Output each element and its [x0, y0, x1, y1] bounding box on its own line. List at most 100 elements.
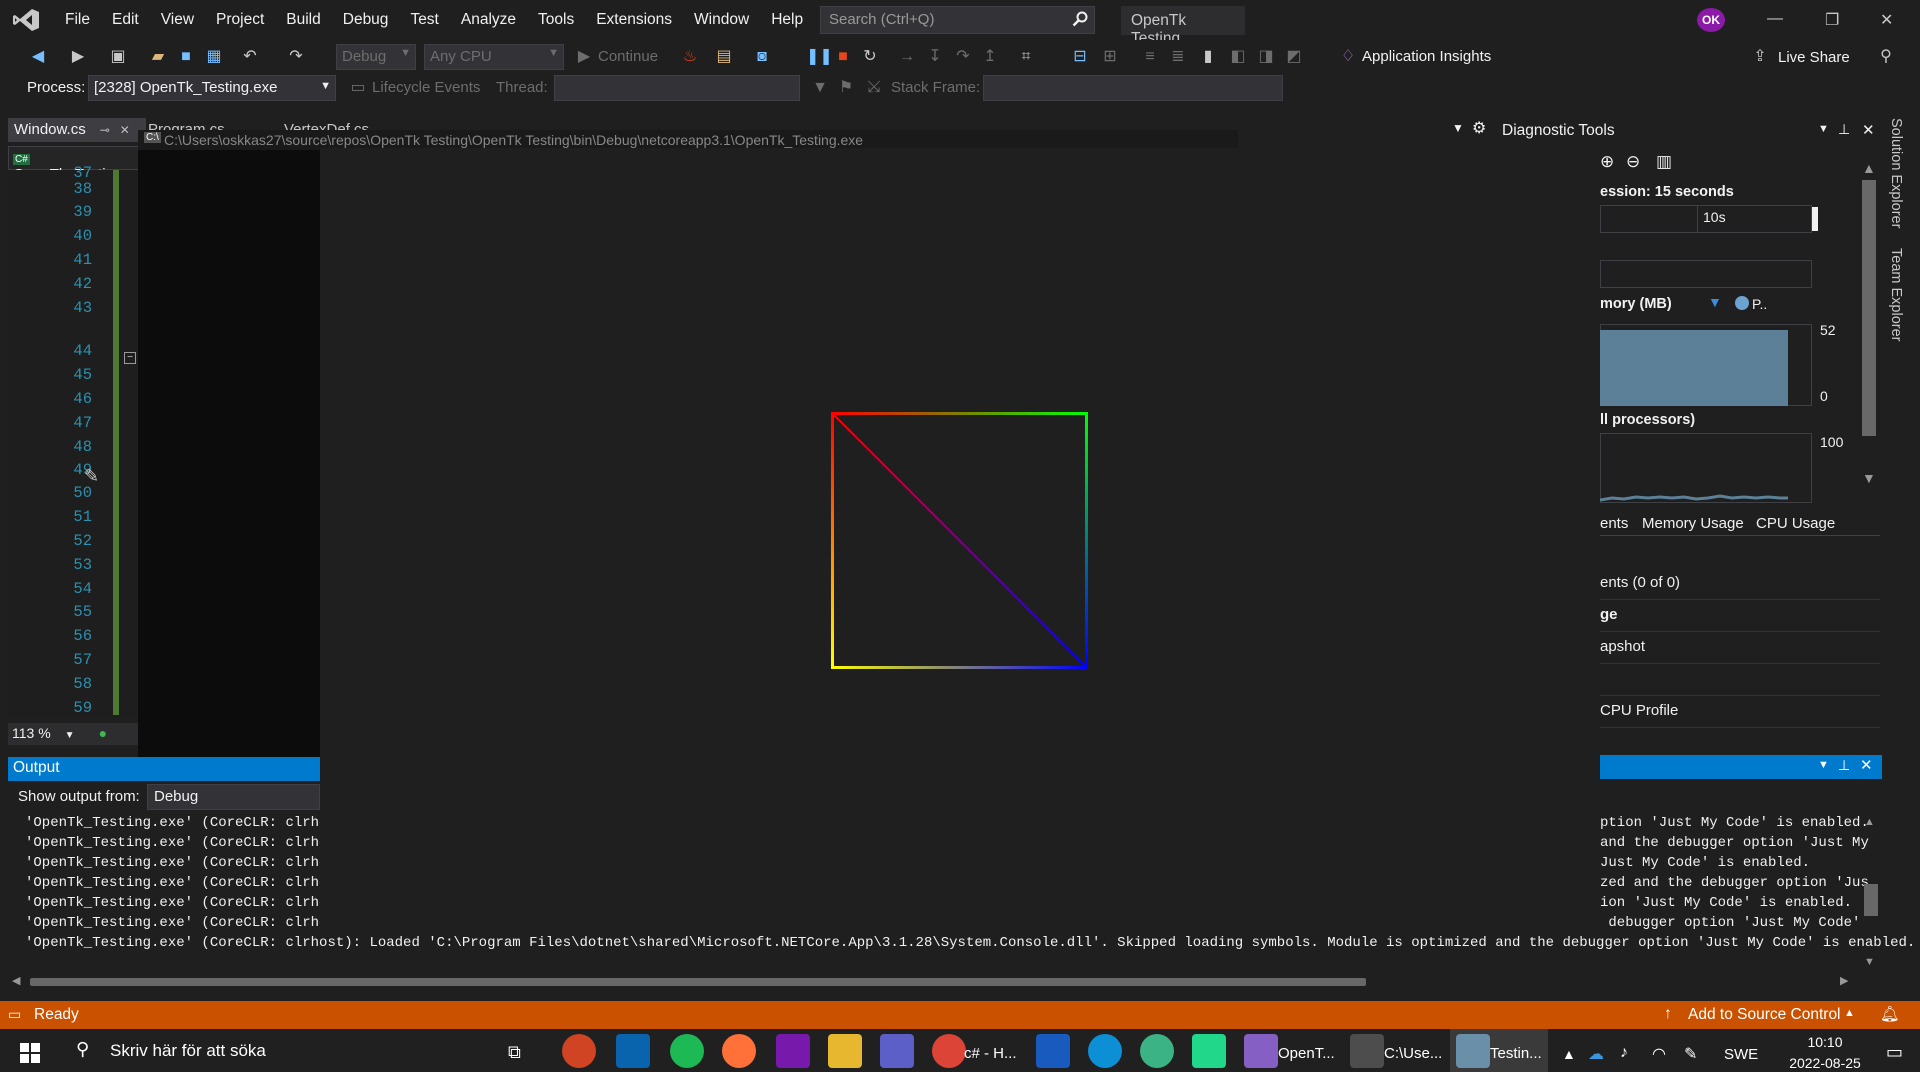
chrome-window-label[interactable]: c# - H...	[964, 1045, 1017, 1062]
breakpoint-icon[interactable]: ⌗	[1016, 47, 1036, 67]
close-panel-icon[interactable]: ✕	[1862, 121, 1875, 139]
live-share-button[interactable]: Live Share	[1778, 49, 1850, 66]
settings-icon[interactable]: ⚙	[1472, 118, 1486, 138]
save-icon[interactable]: ■	[176, 47, 196, 67]
close-panel-icon[interactable]: ✕	[1860, 756, 1873, 774]
feedback-icon[interactable]: ⚲	[1876, 47, 1896, 67]
tab-list-dropdown-icon[interactable]: ▼	[1452, 121, 1464, 135]
zoom-level-dropdown[interactable]: 113 % ▼ ●	[8, 723, 138, 745]
tab-memory-usage[interactable]: Memory Usage	[1642, 515, 1744, 532]
windows-start-icon[interactable]	[20, 1043, 40, 1063]
close-icon[interactable]: ✕	[1880, 10, 1893, 30]
tab-window-cs[interactable]: Window.cs ⊸ ✕	[8, 118, 146, 142]
add-to-source-control-button[interactable]: Add to Source Control	[1688, 1006, 1841, 1024]
memory-usage-row[interactable]: ge	[1600, 600, 1880, 632]
menu-view[interactable]: View	[150, 11, 205, 29]
take-snapshot-row[interactable]: apshot	[1600, 632, 1880, 664]
console-window-label[interactable]: C:\Use...	[1384, 1045, 1442, 1062]
search-icon[interactable]	[1072, 11, 1088, 27]
undo-icon[interactable]: ↶	[240, 47, 260, 67]
thread-dropdown[interactable]	[554, 75, 800, 101]
collapse-region-icon[interactable]: −	[124, 352, 136, 364]
taskbar-search-box[interactable]: ⚲ Skriv här för att söka	[62, 1029, 482, 1072]
firefox-icon[interactable]	[722, 1034, 756, 1068]
pin-icon[interactable]: ⊥	[1838, 121, 1850, 138]
menu-file[interactable]: File	[54, 11, 101, 29]
events-track[interactable]	[1600, 260, 1812, 288]
menu-debug[interactable]: Debug	[332, 11, 400, 29]
output-source-dropdown[interactable]: Debug	[147, 784, 320, 810]
zoom-in-icon[interactable]: ⊕	[1600, 152, 1614, 172]
restore-icon[interactable]: ❐	[1825, 10, 1839, 30]
solution-explorer-tab[interactable]: Solution Explorer	[1888, 118, 1904, 228]
restart-icon[interactable]: ↻	[860, 47, 880, 67]
pen-icon[interactable]: ✎	[1684, 1044, 1697, 1064]
visual-studio-window-label[interactable]: OpenT...	[1278, 1045, 1335, 1062]
pin-icon[interactable]: ⊸	[100, 123, 110, 137]
file-explorer-icon[interactable]	[828, 1034, 862, 1068]
word-icon[interactable]	[1036, 1034, 1070, 1068]
show-hidden-icons-icon[interactable]: ▲	[1562, 1046, 1576, 1062]
window-position-icon[interactable]: ▼	[1818, 123, 1829, 135]
toggle-external-code-icon[interactable]: ⤩	[864, 78, 884, 98]
pin-icon[interactable]: ⊥	[1838, 757, 1850, 774]
save-all-icon[interactable]: ▦	[204, 47, 224, 67]
chevron-up-icon[interactable]: ▲	[1844, 1007, 1855, 1019]
opentk-render-window[interactable]	[320, 148, 1600, 928]
menu-help[interactable]: Help	[760, 11, 814, 29]
powerpoint-icon[interactable]	[562, 1034, 596, 1068]
minimize-icon[interactable]: —	[1767, 10, 1783, 28]
live-share-icon[interactable]: ⇪	[1750, 47, 1770, 67]
output-horizontal-scrollbar[interactable]	[30, 978, 1366, 986]
chrome-icon[interactable]	[932, 1034, 966, 1068]
filter-icon[interactable]: ▼	[810, 78, 830, 98]
teams-icon[interactable]	[880, 1034, 914, 1068]
scroll-up-icon[interactable]: ▲	[1864, 816, 1875, 828]
tab-events[interactable]: ents	[1600, 515, 1628, 532]
menu-test[interactable]: Test	[399, 11, 449, 29]
show-next-statement-icon[interactable]: →	[897, 47, 917, 67]
browse-icon[interactable]: ▤	[714, 47, 734, 67]
prev-bookmark-icon[interactable]: ◧	[1228, 47, 1248, 67]
chatgpt-icon[interactable]	[1140, 1034, 1174, 1068]
open-folder-icon[interactable]: ▰	[148, 47, 168, 67]
task-view-icon[interactable]: ⧉	[508, 1042, 521, 1063]
outlook-icon[interactable]	[616, 1034, 650, 1068]
zoom-out-icon[interactable]: ⊖	[1626, 152, 1640, 172]
output-vertical-scrollbar[interactable]	[1864, 884, 1878, 916]
reset-view-icon[interactable]: ▥	[1656, 152, 1672, 172]
redo-icon[interactable]: ↷	[286, 47, 306, 67]
step-out-icon[interactable]: ↥	[980, 47, 1000, 67]
onedrive-icon[interactable]: ☁	[1588, 1044, 1604, 1064]
language-indicator[interactable]: SWE	[1724, 1046, 1758, 1063]
platform-dropdown[interactable]: Any CPU ▼	[424, 44, 564, 70]
uncomment-icon[interactable]: ≣	[1168, 47, 1188, 67]
events-summary-row[interactable]: ents (0 of 0)	[1600, 568, 1880, 600]
scroll-right-icon[interactable]: ▶	[1840, 974, 1848, 987]
menu-window[interactable]: Window	[683, 11, 760, 29]
output-pane-header[interactable]: Output	[8, 757, 320, 781]
menu-project[interactable]: Project	[205, 11, 275, 29]
action-center-icon[interactable]: ▭	[1886, 1042, 1903, 1063]
screenshot-icon[interactable]: ◙	[752, 47, 772, 67]
menu-extensions[interactable]: Extensions	[585, 11, 683, 29]
stack-frame-dropdown[interactable]	[983, 75, 1283, 101]
edit-and-continue-icon[interactable]: ✎	[84, 466, 99, 487]
tab-cpu-usage[interactable]: CPU Usage	[1756, 515, 1835, 532]
step-over-icon[interactable]: ↷	[953, 47, 973, 67]
next-bookmark-icon[interactable]: ◨	[1256, 47, 1276, 67]
onenote-icon[interactable]	[776, 1034, 810, 1068]
team-explorer-tab[interactable]: Team Explorer	[1888, 248, 1904, 341]
threads-icon[interactable]: ⊟	[1070, 47, 1090, 67]
menu-analyze[interactable]: Analyze	[450, 11, 527, 29]
lifecycle-events-button[interactable]: Lifecycle Events	[372, 79, 480, 96]
comment-icon[interactable]: ≡	[1140, 47, 1160, 67]
visual-studio-logo-icon[interactable]	[12, 8, 40, 32]
notifications-icon[interactable]: 🔔︎	[1880, 1005, 1900, 1024]
flag-threads-icon[interactable]: ⚑	[836, 78, 856, 98]
application-insights-button[interactable]: Application Insights	[1362, 48, 1491, 65]
close-tab-icon[interactable]: ✕	[120, 123, 130, 137]
wifi-icon[interactable]: ◠	[1652, 1044, 1666, 1064]
process-dropdown[interactable]: [2328] OpenTk_Testing.exe ▼	[88, 75, 336, 101]
scroll-down-icon[interactable]: ▼	[1864, 956, 1875, 968]
